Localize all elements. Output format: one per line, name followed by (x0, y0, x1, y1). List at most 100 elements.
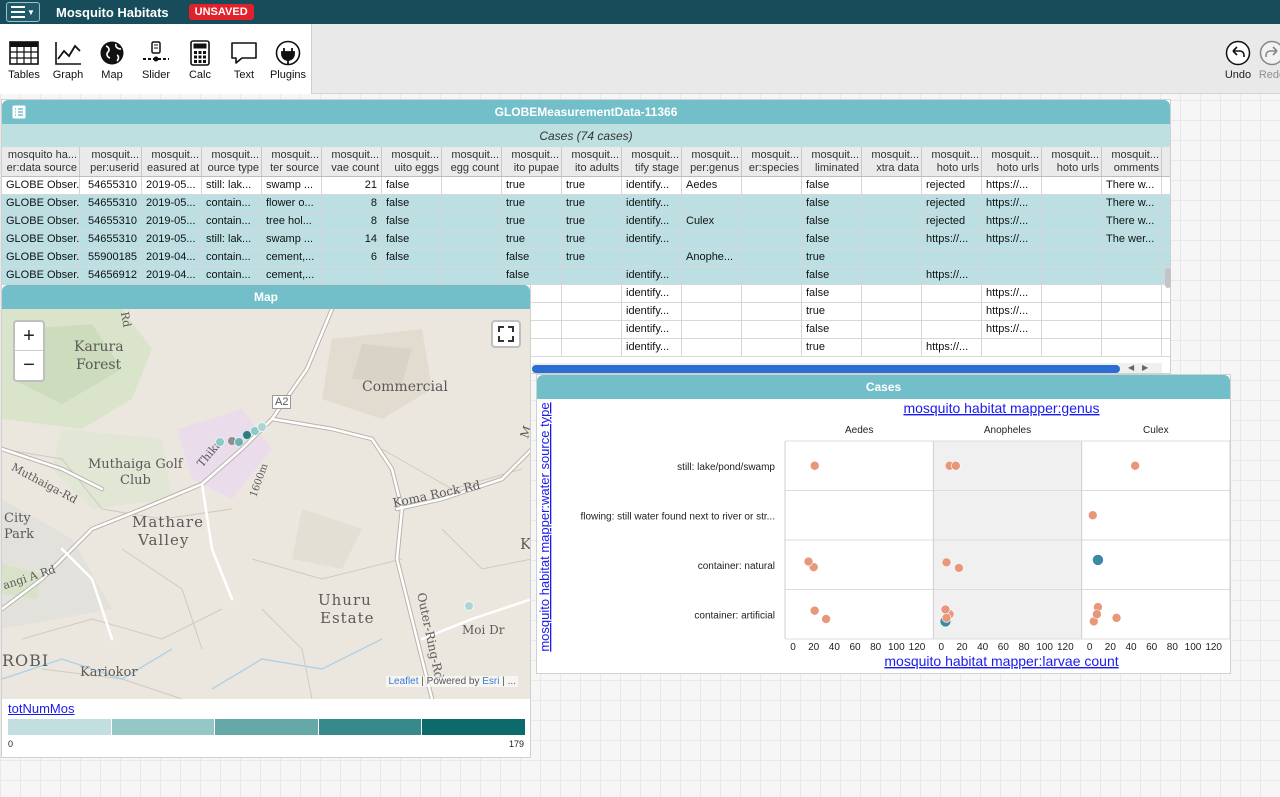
data-point[interactable] (803, 556, 814, 567)
text-tool-button[interactable]: Text (222, 24, 266, 94)
table-cell[interactable]: rejected (922, 177, 982, 194)
table-cell[interactable]: true (802, 303, 862, 320)
table-cell[interactable] (1042, 231, 1102, 248)
table-cell[interactable]: identify... (622, 213, 682, 230)
table-cell[interactable]: true (502, 195, 562, 212)
map-canvas[interactable]: Karura Forest Commercial A2 Muthaiga Gol… (2, 309, 530, 699)
table-cell[interactable] (562, 303, 622, 320)
table-cell[interactable] (742, 249, 802, 266)
column-header[interactable]: mosquit... ito adults (562, 147, 622, 176)
table-cell[interactable]: 2019-04... (142, 267, 202, 284)
table-cell[interactable]: identify... (622, 267, 682, 284)
table-cell[interactable] (1102, 249, 1162, 266)
table-cell[interactable]: 8 (322, 195, 382, 212)
column-header[interactable]: mosquit... egg count (442, 147, 502, 176)
table-cell[interactable]: identify... (622, 231, 682, 248)
table-cell[interactable]: contain... (202, 267, 262, 284)
table-cell[interactable]: true (502, 231, 562, 248)
scrollbar-thumb[interactable] (532, 365, 1120, 373)
table-cell[interactable] (862, 339, 922, 356)
table-cell[interactable]: false (802, 177, 862, 194)
data-point[interactable] (1130, 460, 1140, 471)
data-point[interactable] (954, 563, 964, 573)
table-cell[interactable] (1042, 321, 1102, 338)
column-header[interactable]: mosquit... tify stage (622, 147, 682, 176)
table-cell[interactable]: true (562, 231, 622, 248)
column-header[interactable]: mosquito ha... er:data source (2, 147, 80, 176)
table-cell[interactable]: still: lak... (202, 177, 262, 194)
calc-tool-button[interactable]: Calc (178, 24, 222, 94)
column-header[interactable]: mosquit... omments (1102, 147, 1162, 176)
table-cell[interactable]: false (802, 267, 862, 284)
map-point[interactable] (257, 422, 267, 432)
table-cell[interactable]: GLOBE Obser... (2, 177, 80, 194)
table-cell[interactable] (1102, 321, 1162, 338)
hamburger-menu-button[interactable]: ▼ (6, 2, 40, 22)
table-cell[interactable]: flower o... (262, 195, 322, 212)
table-cell[interactable] (682, 195, 742, 212)
table-cell[interactable]: 54655310 (80, 177, 142, 194)
legend-bin[interactable] (215, 719, 319, 735)
table-cell[interactable]: https://... (982, 321, 1042, 338)
table-cell[interactable]: 54655310 (80, 195, 142, 212)
table-cell[interactable]: 2019-05... (142, 213, 202, 230)
table-cell[interactable]: false (802, 285, 862, 302)
data-point[interactable] (1092, 609, 1102, 620)
data-point[interactable] (940, 604, 951, 615)
table-cell[interactable]: contain... (202, 195, 262, 212)
column-header[interactable]: mosquit... ource type (202, 147, 262, 176)
data-point[interactable] (809, 605, 820, 616)
table-cell[interactable]: 54655310 (80, 231, 142, 248)
table-cell[interactable]: contain... (202, 249, 262, 266)
data-point[interactable] (821, 614, 831, 624)
table-cell[interactable]: Aedes (682, 177, 742, 194)
graph-tool-button[interactable]: Graph (46, 24, 90, 94)
table-cell[interactable]: The wer... (1102, 231, 1162, 248)
data-point[interactable] (1087, 510, 1098, 521)
leaflet-link[interactable]: Leaflet (388, 676, 418, 687)
table-cell[interactable]: https://... (982, 195, 1042, 212)
table-cell[interactable] (862, 177, 922, 194)
table-cell[interactable] (1102, 285, 1162, 302)
scroll-right-icon[interactable]: ▶ (1142, 363, 1148, 372)
bottom-axis-label[interactable]: mosquito habitat mapper:larvae count (884, 653, 1118, 669)
table-cell[interactable]: 2019-05... (142, 177, 202, 194)
data-point[interactable] (950, 460, 961, 471)
table-cell[interactable] (442, 177, 502, 194)
table-cell[interactable] (982, 267, 1042, 284)
table-cell[interactable] (682, 321, 742, 338)
table-row[interactable]: GLOBE Obser... 54655310 2019-05... contain.… (2, 213, 1170, 231)
table-cell[interactable]: identify... (622, 339, 682, 356)
table-cell[interactable] (742, 195, 802, 212)
table-cell[interactable]: 2019-04... (142, 249, 202, 266)
table-cell[interactable] (1042, 303, 1102, 320)
table-cell[interactable] (1042, 249, 1102, 266)
table-cell[interactable]: cement,... (262, 249, 322, 266)
redo-button[interactable]: Redo (1257, 40, 1280, 81)
table-cell[interactable]: GLOBE Obser... (2, 249, 80, 266)
table-cell[interactable] (862, 285, 922, 302)
undo-button[interactable]: Undo (1223, 40, 1253, 81)
legend-attribute-title[interactable]: totNumMos (8, 701, 74, 716)
table-cell[interactable]: identify... (622, 303, 682, 320)
column-header[interactable]: mosquit... ter source (262, 147, 322, 176)
table-cell[interactable] (1042, 177, 1102, 194)
table-row[interactable]: GLOBE Obser... 54656912 2019-04... contain.… (2, 267, 1170, 285)
table-cell[interactable]: false (502, 249, 562, 266)
table-cell[interactable] (1042, 285, 1102, 302)
table-cell[interactable]: rejected (922, 195, 982, 212)
table-cell[interactable] (922, 285, 982, 302)
map-tool-button[interactable]: Map (90, 24, 134, 94)
table-cell[interactable] (862, 195, 922, 212)
table-cell[interactable]: 2019-05... (142, 195, 202, 212)
table-cell[interactable]: false (502, 267, 562, 284)
table-cell[interactable]: 55900185 (80, 249, 142, 266)
legend-bin[interactable] (422, 719, 526, 735)
table-cell[interactable]: https://... (982, 177, 1042, 194)
table-cell[interactable]: true (562, 195, 622, 212)
table-cell[interactable]: Anophe... (682, 249, 742, 266)
column-header[interactable]: mosquit... hoto urls (922, 147, 982, 176)
table-cell[interactable]: GLOBE Obser... (2, 195, 80, 212)
column-header[interactable]: mosquit... hoto urls (1042, 147, 1102, 176)
table-cell[interactable] (1042, 213, 1102, 230)
